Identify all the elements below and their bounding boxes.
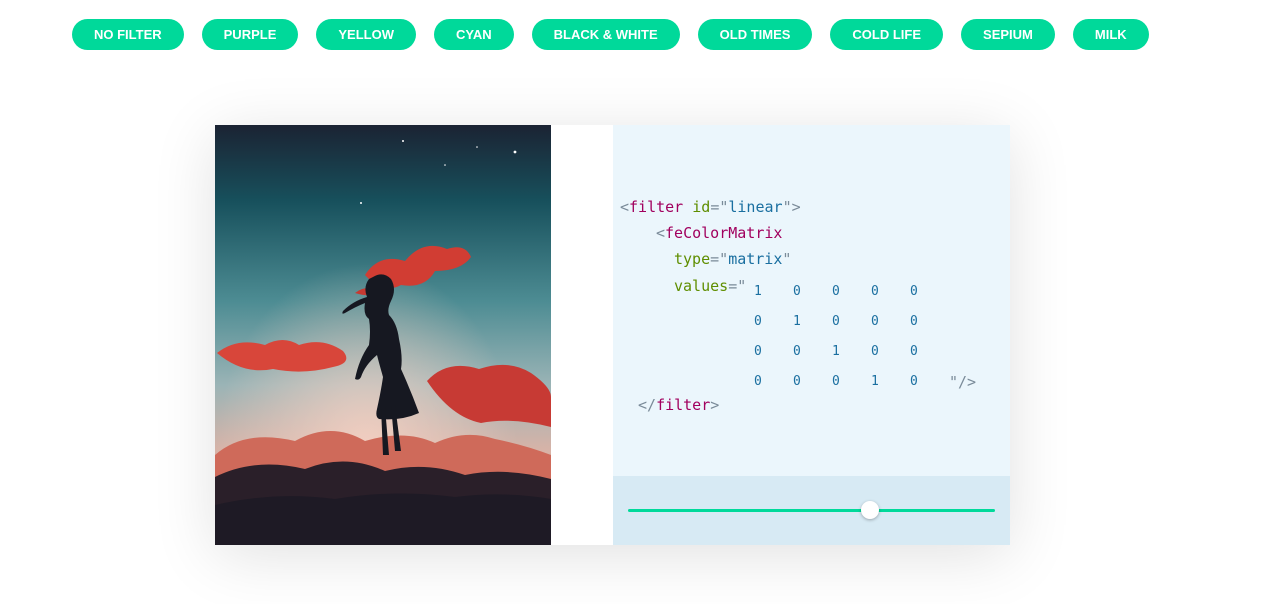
filter-button-old-times[interactable]: OLD TIMES (697, 19, 813, 50)
matrix-cell: 0 (910, 344, 918, 359)
filter-button-cold-life[interactable]: COLD LIFE (830, 19, 944, 50)
matrix-cell: 0 (910, 374, 918, 389)
filter-button-sepium[interactable]: SEPIUM (961, 19, 1055, 50)
matrix-cell: 1 (871, 374, 879, 389)
matrix-cell: 1 (832, 344, 840, 359)
matrix-cell: 0 (910, 284, 918, 299)
matrix-cell: 0 (793, 374, 801, 389)
matrix-cell: 0 (793, 344, 801, 359)
matrix-cell: 0 (910, 314, 918, 329)
intensity-slider-track[interactable] (628, 509, 995, 512)
filter-button-yellow[interactable]: YELLOW (316, 19, 416, 50)
code-values-attr: values (674, 277, 729, 295)
code-line-values: values=" (674, 277, 747, 295)
matrix-cell: 1 (754, 284, 762, 299)
matrix-cell: 0 (871, 344, 879, 359)
code-matrix-close: "/> (949, 373, 977, 391)
matrix-cell: 0 (832, 284, 840, 299)
filter-preview-card: <filter id="linear"> <feColorMatrix type… (215, 125, 1010, 545)
code-id-attr: id (692, 198, 711, 216)
preview-photo (215, 125, 551, 545)
slider-panel (613, 476, 1010, 545)
matrix-cell: 0 (754, 374, 762, 389)
code-type-attr: type (674, 250, 711, 268)
matrix-cell: 0 (754, 314, 762, 329)
matrix-cell: 1 (793, 314, 801, 329)
filter-button-no-filter[interactable]: NO FILTER (72, 19, 184, 50)
code-matrix-tag: feColorMatrix (665, 224, 783, 242)
intensity-slider-thumb[interactable] (861, 501, 880, 519)
code-id-value: linear (728, 198, 783, 216)
code-filter-close-tag: filter (656, 396, 711, 414)
code-line-filter-open: <filter id="linear"> (620, 198, 801, 216)
code-line-type: type="matrix" (674, 250, 792, 268)
code-panel: <filter id="linear"> <feColorMatrix type… (613, 125, 1010, 476)
code-type-value: matrix (728, 250, 783, 268)
matrix-row: 0 0 1 0 0 (754, 337, 976, 367)
matrix-row: 1 0 0 0 0 (754, 277, 976, 307)
filter-bar: NO FILTER PURPLE YELLOW CYAN BLACK & WHI… (72, 19, 1167, 50)
matrix-cell: 0 (832, 374, 840, 389)
matrix-cell: 0 (871, 284, 879, 299)
matrix-cell: 0 (871, 314, 879, 329)
code-line-filter-close: </filter> (638, 396, 720, 414)
code-line-matrix-open: <feColorMatrix (656, 224, 783, 242)
color-matrix: 1 0 0 0 0 0 1 0 0 0 0 0 1 0 0 0 0 0 1 0 … (754, 277, 976, 397)
filter-button-cyan[interactable]: CYAN (433, 19, 514, 50)
matrix-cell: 0 (832, 314, 840, 329)
filter-button-milk[interactable]: MILK (1072, 19, 1149, 50)
matrix-cell: 0 (754, 344, 762, 359)
filter-button-purple[interactable]: PURPLE (201, 19, 299, 50)
code-filter-tag: filter (629, 198, 684, 216)
matrix-row: 0 1 0 0 0 (754, 307, 976, 337)
matrix-row: 0 0 0 1 0 "/> (754, 367, 976, 397)
filter-button-black-white[interactable]: BLACK & WHITE (531, 19, 680, 50)
matrix-cell: 0 (793, 284, 801, 299)
